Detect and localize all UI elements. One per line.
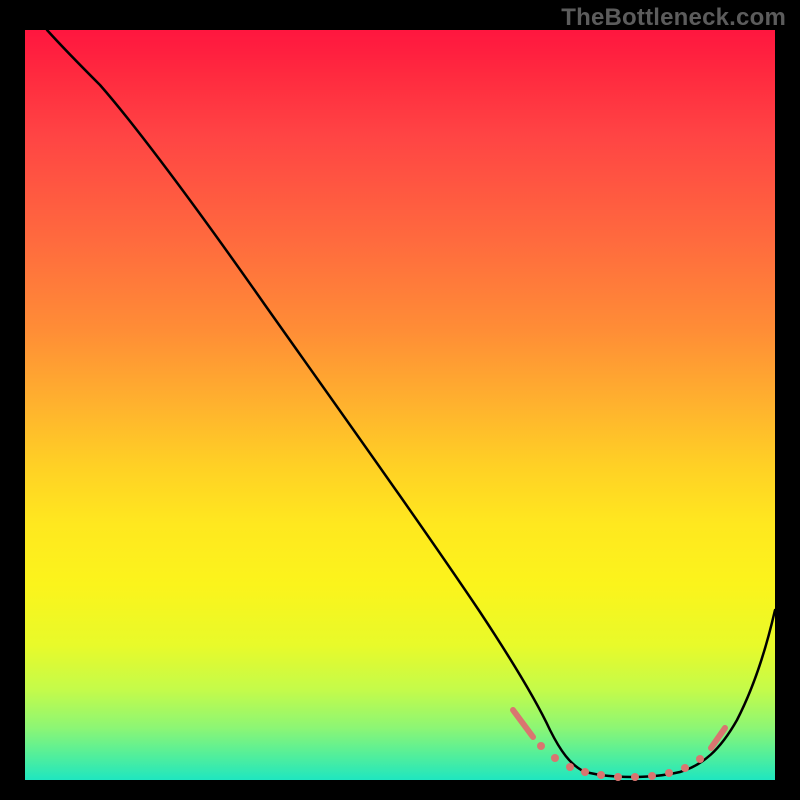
- bottleneck-curve-svg: [25, 30, 775, 780]
- highlight-dot: [665, 769, 673, 777]
- highlight-dot: [696, 755, 704, 763]
- highlight-dot: [631, 773, 639, 781]
- bottleneck-curve-line: [47, 30, 775, 777]
- highlight-dash-left: [513, 710, 533, 737]
- highlight-dot: [681, 764, 689, 772]
- highlight-dot: [537, 742, 545, 750]
- highlight-dot: [581, 768, 589, 776]
- highlight-dot: [648, 772, 656, 780]
- highlight-dot: [551, 754, 559, 762]
- highlight-dot: [597, 771, 605, 779]
- watermark-text: TheBottleneck.com: [561, 4, 786, 32]
- chart-frame: TheBottleneck.com: [0, 0, 800, 800]
- highlight-dot: [566, 763, 574, 771]
- plot-area: [25, 30, 775, 780]
- highlight-dot: [614, 773, 622, 781]
- highlight-dash-right: [711, 728, 725, 748]
